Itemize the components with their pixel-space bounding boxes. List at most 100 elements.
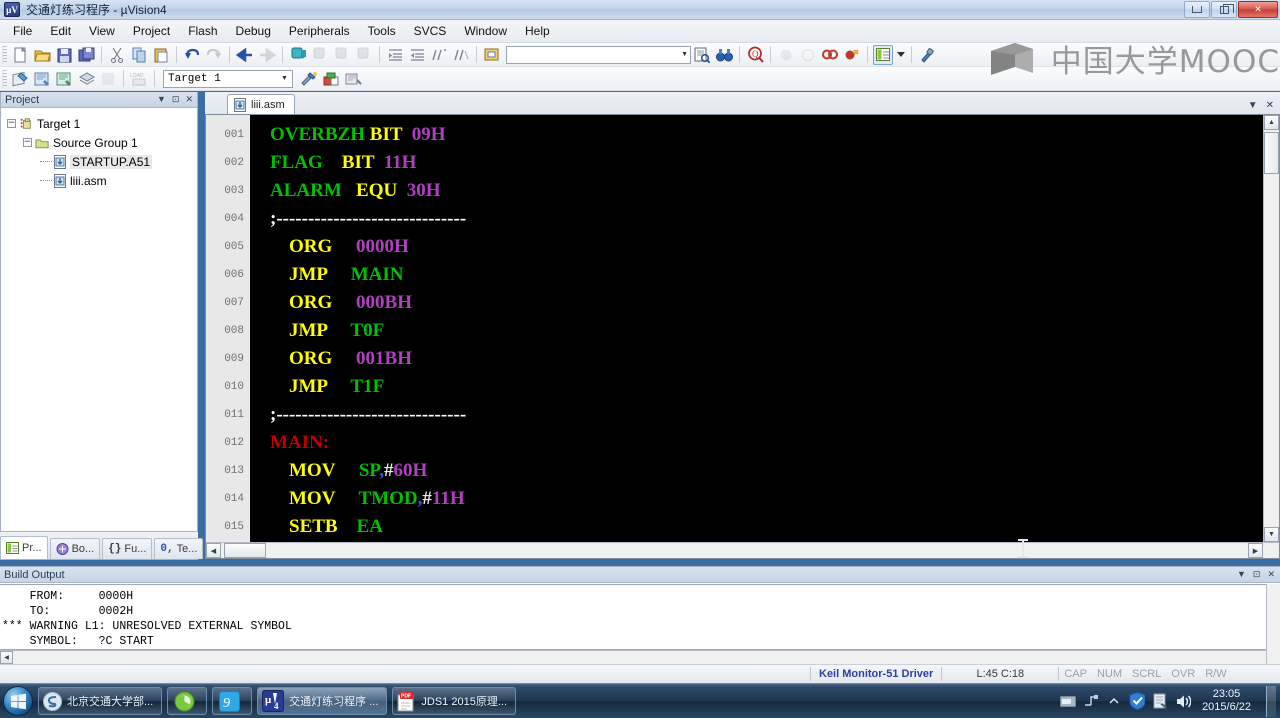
editor-tab-close-icon[interactable]: ✕ (1266, 100, 1274, 111)
code-line[interactable]: JMP T1F (270, 373, 1263, 401)
chevron-down-icon[interactable]: ▼ (279, 72, 290, 86)
taskbar-item-uvision[interactable]: μ4 交通灯练习程序 ... (257, 687, 388, 715)
bookmark-next-icon[interactable] (332, 45, 352, 65)
menu-tools[interactable]: Tools (359, 21, 405, 41)
find-in-files-icon[interactable] (692, 45, 712, 65)
scroll-right-button[interactable]: ▶ (1248, 543, 1263, 558)
manage-windows-dropdown-icon[interactable] (895, 45, 906, 65)
code-line[interactable]: ORG 001BH (270, 345, 1263, 373)
batch-build-icon[interactable] (76, 69, 96, 89)
panel-menu-icon[interactable]: ▼ (157, 94, 166, 105)
menu-project[interactable]: Project (124, 21, 179, 41)
tray-keyboard-icon[interactable] (1060, 693, 1077, 709)
download-to-flash-icon[interactable]: LOAD (129, 69, 149, 89)
build-target-icon[interactable] (32, 69, 52, 89)
translate-file-icon[interactable] (10, 69, 30, 89)
indent-icon[interactable] (385, 45, 405, 65)
taskbar-item-sogou-browser[interactable]: 北京交通大学部... (38, 687, 163, 715)
scroll-left-button[interactable]: ◀ (206, 543, 221, 558)
code-line[interactable]: JMP MAIN (270, 261, 1263, 289)
start-button[interactable] (3, 686, 33, 716)
taskbar-item-qq[interactable]: 9 (212, 687, 253, 715)
tree-node-file-liii[interactable]: liii.asm (7, 171, 197, 190)
toggle-folding-icon[interactable] (482, 45, 502, 65)
close-button[interactable]: ✕ (1238, 1, 1278, 18)
editor-tab-liii-asm[interactable]: liii.asm (227, 94, 295, 114)
tray-action-center-icon[interactable] (1152, 693, 1168, 709)
code-line[interactable]: JMP T0F (270, 317, 1263, 345)
copy-icon[interactable] (129, 45, 149, 65)
insert-bookmark-icon[interactable] (776, 45, 796, 65)
scroll-up-button[interactable]: ▲ (1264, 115, 1279, 130)
scroll-left-button[interactable]: ◀ (0, 651, 13, 664)
bookmark-clear-icon[interactable] (354, 45, 374, 65)
outdent-icon[interactable] (407, 45, 427, 65)
toolbar-grip[interactable] (2, 69, 7, 88)
stop-build-icon[interactable] (98, 69, 118, 89)
navigate-back-icon[interactable] (235, 45, 255, 65)
configuration-wizard-icon[interactable] (917, 45, 937, 65)
rebuild-all-icon[interactable] (54, 69, 74, 89)
code-line[interactable]: ORG 000BH (270, 289, 1263, 317)
panel-close-icon[interactable]: ✕ (1267, 569, 1275, 580)
menu-peripherals[interactable]: Peripherals (280, 21, 359, 41)
editor-vertical-scrollbar[interactable]: ▲ ▼ (1263, 115, 1279, 542)
tray-show-hidden-icon[interactable] (1106, 693, 1122, 709)
tray-volume-icon[interactable] (1175, 693, 1192, 709)
toolbar-grip[interactable] (2, 45, 7, 64)
panel-pin-icon[interactable]: ⊡ (1253, 569, 1261, 580)
vertical-scroll-thumb[interactable] (1264, 132, 1279, 174)
manage-project-items-icon[interactable] (321, 69, 341, 89)
tab-project[interactable]: Pr... (0, 536, 48, 559)
code-area[interactable]: 001 002 003 004 005 006 007 008 009 010 011 012 013 0… (206, 115, 1263, 542)
target-select[interactable]: Target 1 ▼ (163, 69, 293, 88)
open-file-icon[interactable] (32, 45, 52, 65)
tab-books[interactable]: Bo... (49, 538, 101, 559)
tray-network-icon[interactable] (1083, 693, 1099, 709)
menu-window[interactable]: Window (455, 21, 516, 41)
editor-horizontal-scrollbar[interactable]: ◀ ▶ (206, 542, 1279, 558)
menu-view[interactable]: View (80, 21, 124, 41)
code-line[interactable]: MOV SP,#60H (270, 457, 1263, 485)
menu-flash[interactable]: Flash (179, 21, 226, 41)
save-icon[interactable] (54, 45, 74, 65)
code-line[interactable]: ;------------------------------ (270, 205, 1263, 233)
find-input-field[interactable] (507, 47, 672, 62)
horizontal-scroll-thumb[interactable] (224, 543, 266, 558)
maximize-button[interactable] (1211, 1, 1237, 18)
taskbar-clock[interactable]: 23:05 2015/6/22 (1198, 688, 1255, 714)
find-input[interactable]: ▼ (506, 45, 691, 64)
comment-icon[interactable] (429, 45, 449, 65)
code-editor[interactable]: 001 002 003 004 005 006 007 008 009 010 011 012 013 0… (205, 114, 1280, 559)
paste-icon[interactable] (151, 45, 171, 65)
code-line[interactable]: FLAG BIT 11H (270, 149, 1263, 177)
code-line[interactable]: ;------------------------------ (270, 401, 1263, 429)
scroll-down-button[interactable]: ▼ (1264, 527, 1279, 542)
new-file-icon[interactable] (10, 45, 30, 65)
build-output-text[interactable]: FROM: 0000H TO: 0002H *** WARNING L1: UNR… (0, 584, 1266, 650)
show-desktop-button[interactable] (1266, 685, 1276, 717)
binoculars-find-icon[interactable] (714, 45, 734, 65)
code-line[interactable]: MOV TMOD,#11H (270, 485, 1263, 513)
insert-breakpoint-icon[interactable] (820, 45, 840, 65)
menu-edit[interactable]: Edit (41, 21, 80, 41)
menu-file[interactable]: File (4, 21, 41, 41)
panel-menu-icon[interactable]: ▼ (1237, 569, 1246, 580)
menu-debug[interactable]: Debug (227, 21, 280, 41)
tree-node-file-startup[interactable]: STARTUP.A51 (7, 152, 197, 171)
navigate-forward-icon[interactable] (257, 45, 277, 65)
cut-icon[interactable] (107, 45, 127, 65)
remove-item-icon[interactable] (343, 69, 363, 89)
code-line[interactable]: ALARM EQU 30H (270, 177, 1263, 205)
build-horizontal-scrollbar[interactable]: ◀ (0, 650, 1266, 664)
clear-bookmarks-icon[interactable] (798, 45, 818, 65)
find-symbol-icon[interactable]: Q (745, 45, 765, 65)
code-text[interactable]: OVERBZH BIT 09H FLAG BIT 11H ALARM EQU 30H… (250, 115, 1263, 542)
build-vertical-scrollbar[interactable] (1266, 584, 1280, 664)
taskbar-item-pdf[interactable]: PDF JDS1 2015原理... (392, 687, 516, 715)
editor-tab-menu-icon[interactable]: ▼ (1248, 100, 1258, 111)
target-options-icon[interactable] (299, 69, 319, 89)
panel-close-icon[interactable]: ✕ (185, 94, 193, 105)
panel-pin-icon[interactable]: ⊡ (172, 94, 180, 105)
bookmark-toggle-icon[interactable] (288, 45, 308, 65)
